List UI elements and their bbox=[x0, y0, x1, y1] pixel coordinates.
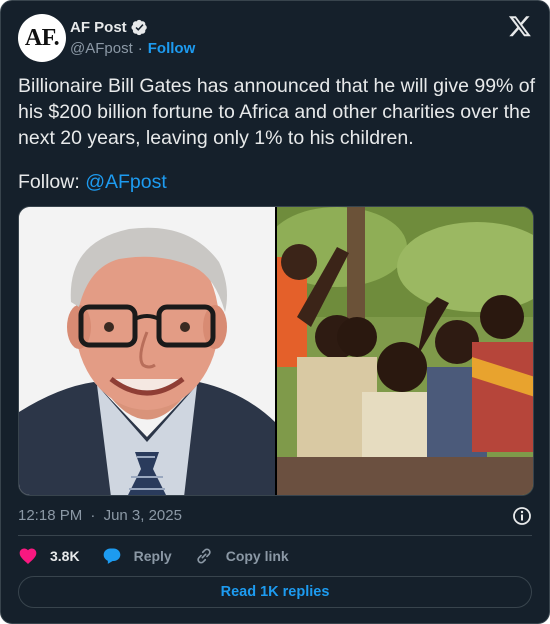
reply-label: Reply bbox=[133, 548, 172, 564]
follow-link[interactable]: Follow bbox=[148, 40, 196, 57]
tweet-date[interactable]: Jun 3, 2025 bbox=[104, 507, 182, 524]
x-logo-icon[interactable] bbox=[508, 14, 532, 38]
timestamp-row: 12:18 PM · Jun 3, 2025 bbox=[18, 506, 532, 526]
handle-row: @AFpost · Follow bbox=[70, 37, 195, 59]
timestamp-separator: · bbox=[90, 507, 96, 524]
tweet-follow-line: Follow: @AFpost bbox=[18, 169, 167, 195]
follow-prefix: Follow: bbox=[18, 171, 86, 193]
tweet-actions: 3.8K Reply Copy link bbox=[18, 545, 311, 567]
author-display-name[interactable]: AF Post bbox=[70, 19, 127, 36]
mention-link[interactable]: @AFpost bbox=[85, 171, 167, 193]
read-replies-button[interactable]: Read 1K replies bbox=[18, 576, 532, 608]
handle-separator: · bbox=[137, 39, 143, 57]
link-icon bbox=[197, 548, 211, 564]
like-button[interactable]: 3.8K bbox=[18, 546, 80, 566]
tweet-media[interactable] bbox=[18, 206, 534, 496]
name-row: AF Post bbox=[70, 17, 195, 37]
verified-badge-icon bbox=[131, 19, 148, 36]
reply-bubble-icon bbox=[103, 548, 120, 564]
reply-button[interactable]: Reply bbox=[102, 546, 172, 566]
author-handle[interactable]: @AFpost bbox=[70, 40, 133, 57]
embedded-tweet-card: AF. AF Post @AFpost · Follow Billionaire… bbox=[0, 0, 550, 624]
children-photo[interactable] bbox=[277, 207, 533, 495]
copy-link-button[interactable]: Copy link bbox=[194, 546, 289, 566]
bill-gates-photo[interactable] bbox=[19, 207, 275, 495]
heart-icon bbox=[19, 548, 37, 564]
copy-link-label: Copy link bbox=[225, 548, 289, 564]
like-count: 3.8K bbox=[50, 548, 80, 564]
info-icon[interactable] bbox=[512, 506, 532, 526]
tweet-header: AF. AF Post @AFpost · Follow bbox=[18, 13, 533, 63]
avatar[interactable]: AF. bbox=[18, 14, 66, 62]
tweet-text: Billionaire Bill Gates has announced tha… bbox=[18, 75, 541, 149]
tweet-time[interactable]: 12:18 PM bbox=[18, 507, 82, 524]
divider bbox=[18, 535, 532, 536]
author-info: AF Post @AFpost · Follow bbox=[70, 17, 195, 59]
